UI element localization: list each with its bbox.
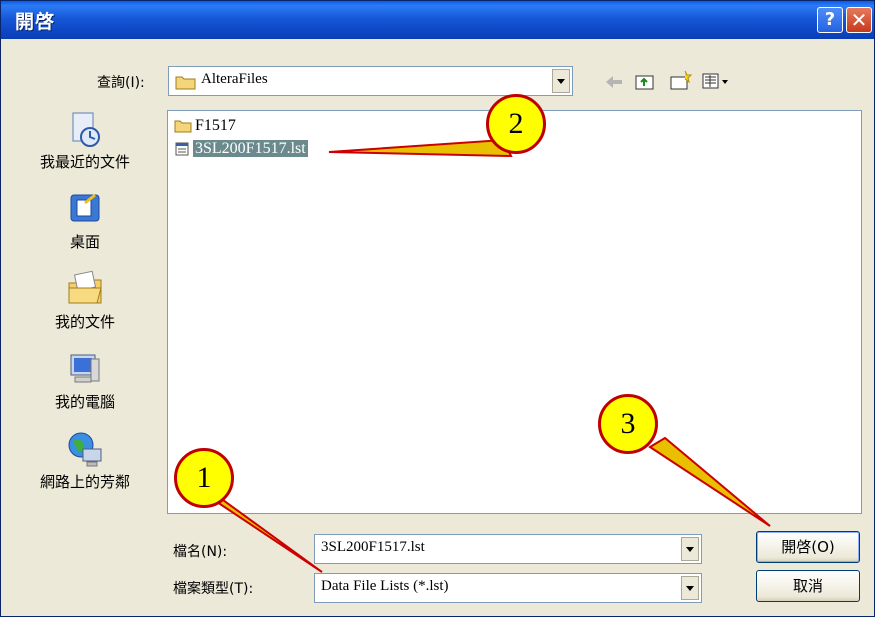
- filetype-dropdown-arrow[interactable]: [681, 576, 699, 600]
- folder-icon: [174, 120, 192, 133]
- cancel-button[interactable]: 取消: [756, 570, 860, 602]
- place-my-computer[interactable]: 我的電腦: [12, 349, 158, 412]
- place-my-documents-label: 我的文件: [54, 313, 115, 331]
- recent-documents-icon: [72, 112, 100, 147]
- callout-1: 1: [174, 448, 234, 508]
- network-places-icon: [68, 432, 102, 467]
- desktop-icon: [70, 193, 100, 222]
- new-folder-icon[interactable]: [669, 69, 693, 91]
- lookin-label: 查詢(I):: [97, 75, 145, 91]
- my-documents-icon: [68, 270, 102, 304]
- filename-input[interactable]: 3SL200F1517.lst: [314, 534, 702, 564]
- open-file-dialog: 開啓 ? ✕ 查詢(I): AlteraFiles 我最近的文件 桌面 我的文件…: [0, 0, 875, 617]
- filename-label: 檔名(N):: [173, 544, 228, 560]
- place-desktop-label: 桌面: [69, 233, 100, 251]
- lookin-value: AlteraFiles: [201, 71, 268, 87]
- place-desktop[interactable]: 桌面: [12, 189, 158, 252]
- list-item-folder[interactable]: F1517: [174, 117, 236, 137]
- place-my-computer-label: 我的電腦: [54, 393, 115, 411]
- filetype-label: 檔案類型(T):: [173, 581, 254, 597]
- place-recent[interactable]: 我最近的文件: [12, 109, 158, 172]
- place-my-documents[interactable]: 我的文件: [12, 269, 158, 332]
- lookin-dropdown-arrow[interactable]: [552, 69, 570, 93]
- close-button[interactable]: ✕: [846, 7, 872, 33]
- place-network-label: 網路上的芳鄰: [39, 473, 130, 491]
- open-button[interactable]: 開啓(O): [756, 531, 860, 563]
- filename-value: 3SL200F1517.lst: [321, 539, 425, 555]
- lookin-combo[interactable]: AlteraFiles: [168, 66, 573, 96]
- view-menu-icon[interactable]: [701, 71, 731, 91]
- data-file-icon: [175, 142, 189, 156]
- callout-2: 2: [486, 94, 546, 154]
- up-folder-icon[interactable]: [634, 71, 656, 91]
- list-item-file-selected[interactable]: 3SL200F1517.lst: [174, 140, 308, 160]
- place-network[interactable]: 網路上的芳鄰: [12, 429, 158, 492]
- file-name: F1517: [195, 117, 236, 134]
- filename-dropdown-arrow[interactable]: [681, 537, 699, 561]
- my-computer-icon: [70, 354, 100, 383]
- title-bar[interactable]: 開啓 ? ✕: [1, 1, 874, 39]
- filetype-value: Data File Lists (*.lst): [321, 578, 449, 594]
- folder-icon: [175, 76, 196, 90]
- file-list[interactable]: F1517 3SL200F1517.lst: [167, 110, 862, 514]
- filetype-select[interactable]: Data File Lists (*.lst): [314, 573, 702, 603]
- place-recent-label: 我最近的文件: [39, 153, 130, 171]
- back-arrow-icon[interactable]: [603, 73, 625, 91]
- dialog-title: 開啓: [15, 11, 56, 33]
- places-bar: 我最近的文件 桌面 我的文件 我的電腦 網路上的芳鄰: [12, 97, 158, 511]
- help-button[interactable]: ?: [817, 7, 843, 33]
- callout-3: 3: [598, 394, 658, 454]
- file-name: 3SL200F1517.lst: [193, 140, 308, 157]
